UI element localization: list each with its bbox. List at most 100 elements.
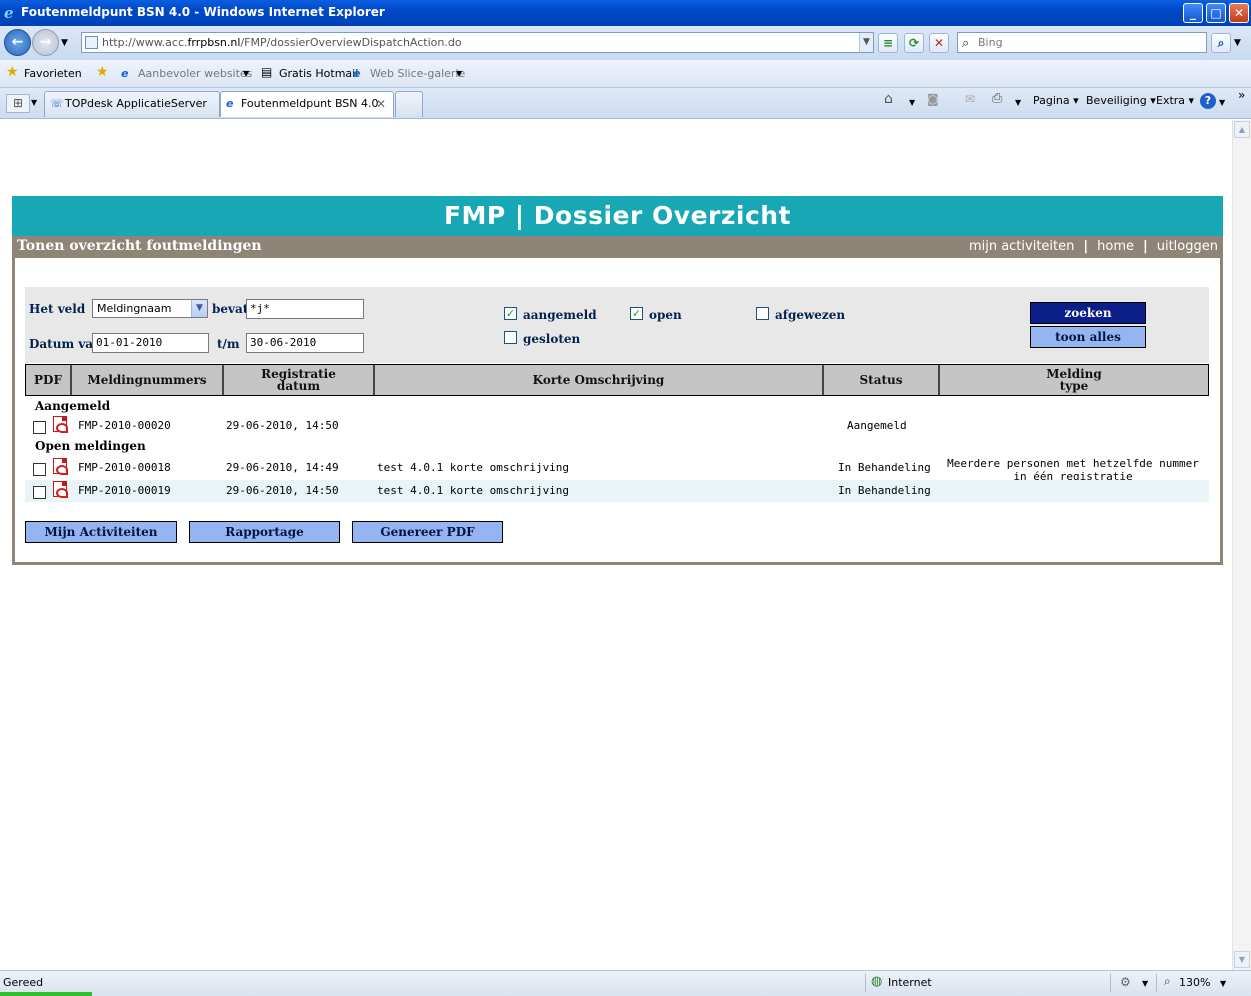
search-input[interactable]: ⌕ Bing (957, 32, 1207, 53)
tab-topdesk[interactable]: ☏ TOPdesk ApplicatieServer (44, 91, 220, 117)
contains-input[interactable]: *j* (246, 299, 364, 319)
separator: | (1142, 239, 1148, 254)
menu-pagina[interactable]: Pagina ▾ (1033, 94, 1079, 107)
tab-list-dropdown-icon[interactable]: ▼ (31, 98, 37, 107)
favorites-button[interactable]: Favorieten (24, 67, 82, 80)
minimize-button[interactable]: _ (1183, 3, 1203, 23)
help-icon[interactable]: ? (1200, 93, 1216, 109)
mail-icon[interactable]: ✉ (965, 92, 975, 106)
page-icon (85, 36, 98, 49)
table-row[interactable]: FMP-2010-00019 29-06-2010, 14:50 test 4.… (25, 480, 1209, 502)
chevron-down-icon[interactable]: ▼ (909, 98, 915, 107)
group-title: Aangemeld (35, 399, 111, 413)
cell-status: In Behandeling (838, 484, 931, 497)
divider (1110, 974, 1111, 992)
chevron-down-icon[interactable]: ▼ (456, 69, 462, 78)
vertical-scrollbar[interactable]: ▲ ▼ (1232, 120, 1251, 970)
pdf-icon[interactable] (53, 481, 68, 498)
row-checkbox[interactable] (33, 486, 46, 499)
checkbox-aangemeld-label: aangemeld (523, 308, 597, 322)
print-icon[interactable]: ⎙ (992, 91, 1002, 106)
zoom-level[interactable]: 130% (1179, 976, 1210, 989)
favorites-star-icon: ★ (6, 64, 19, 80)
field-label: Het veld (29, 302, 86, 316)
fav-item-webslice[interactable]: Web Slice-galerie (370, 67, 465, 80)
genereer-pdf-button[interactable]: Genereer PDF (352, 521, 503, 543)
security-zone[interactable]: Internet (888, 976, 932, 989)
row-checkbox[interactable] (33, 463, 46, 476)
stop-icon[interactable]: ✕ (929, 33, 949, 53)
cell-description: test 4.0.1 korte omschrijving (377, 461, 570, 474)
refresh-icon[interactable]: ⟳ (904, 33, 924, 53)
cell-description: test 4.0.1 korte omschrijving (377, 484, 570, 497)
add-favorite-icon[interactable]: ★ (96, 64, 109, 80)
ie-page-icon: e (121, 67, 129, 80)
back-button[interactable]: ← (4, 29, 31, 56)
pdf-icon[interactable] (53, 416, 68, 433)
show-all-button[interactable]: toon alles (1030, 326, 1146, 348)
menu-extra[interactable]: Extra ▾ (1156, 94, 1194, 107)
scroll-down-icon[interactable]: ▼ (1234, 951, 1250, 968)
menu-beveiliging[interactable]: Beveiliging ▾ (1086, 94, 1156, 107)
table-header: PDF Meldingnummers Registratie datum Kor… (25, 364, 1209, 396)
ie-page-icon: e (353, 67, 361, 80)
col-korte-omschrijving: Korte Omschrijving (373, 365, 822, 395)
forward-button[interactable]: → (32, 29, 59, 56)
field-select[interactable]: Meldingnaam ▼ (92, 299, 208, 318)
progress-indicator (0, 992, 92, 996)
checkbox-afgewezen[interactable]: ✓ (756, 307, 769, 320)
search-button[interactable]: zoeken (1030, 302, 1146, 324)
tab-label: TOPdesk ApplicatieServer (65, 97, 207, 110)
search-options-icon[interactable]: ▼ (1234, 38, 1241, 48)
close-tab-icon[interactable]: ✕ (376, 92, 386, 116)
table-row[interactable]: FMP-2010-00018 29-06-2010, 14:49 test 4.… (25, 457, 1209, 483)
col-status: Status (822, 365, 938, 395)
mijn-activiteiten-button[interactable]: Mijn Activiteiten (25, 521, 177, 543)
search-placeholder: Bing (978, 36, 1003, 49)
new-tab-button[interactable] (395, 91, 423, 117)
link-home[interactable]: home (1097, 239, 1134, 254)
tab-foutenmeldpunt[interactable]: e Foutenmeldpunt BSN 4.0 ✕ (220, 91, 394, 117)
row-checkbox[interactable] (33, 421, 46, 434)
close-button[interactable]: ✕ (1229, 3, 1249, 23)
link-mijn-activiteiten[interactable]: mijn activiteiten (969, 239, 1074, 254)
feeds-icon[interactable]: ◙ (927, 92, 939, 106)
fav-item-aanbevolen[interactable]: Aanbevoler websites (138, 67, 252, 80)
checkbox-gesloten-label: gesloten (523, 332, 581, 346)
url-prefix: http://www.acc. (102, 36, 188, 49)
chevron-down-icon[interactable]: ▼ (243, 69, 249, 78)
checkbox-aangemeld[interactable]: ✓ (504, 307, 517, 320)
maximize-button[interactable]: □ (1206, 3, 1226, 23)
link-uitloggen[interactable]: uitloggen (1157, 239, 1218, 254)
cell-number: FMP-2010-00018 (78, 461, 171, 474)
home-icon[interactable]: ⌂ (884, 91, 893, 107)
chevrons-more-icon[interactable]: » (1238, 88, 1245, 102)
chevron-down-icon[interactable]: ▼ (1015, 98, 1021, 107)
divider (865, 974, 866, 992)
address-input[interactable]: http://www.acc.frrpbsn.nl/FMP/dossierOve… (81, 32, 874, 53)
checkbox-gesloten[interactable]: ✓ (504, 331, 517, 344)
table-row[interactable]: FMP-2010-00020 29-06-2010, 14:50 Aangeme… (25, 415, 1209, 437)
ie-logo-icon: e (4, 4, 14, 22)
quick-tabs-icon[interactable]: ⊞ (6, 94, 30, 113)
chevron-down-icon[interactable]: ▼ (1219, 98, 1225, 107)
fav-item-hotmail[interactable]: Gratis Hotmail (279, 67, 358, 80)
date-from-input[interactable]: 01-01-2010 (92, 333, 209, 353)
favorites-bar: ★ Favorieten ★ e Aanbevoler websites ▼ ▤… (0, 60, 1251, 88)
scroll-up-icon[interactable]: ▲ (1234, 121, 1250, 138)
chevron-down-icon[interactable]: ▼ (1142, 979, 1148, 988)
chevron-down-icon[interactable]: ▼ (1220, 979, 1226, 988)
compatibility-view-icon[interactable]: ≡ (878, 33, 898, 53)
address-dropdown-icon[interactable]: ▼ (859, 33, 873, 52)
field-select-value: Meldingnaam (97, 302, 172, 315)
checkbox-open[interactable]: ✓ (630, 307, 643, 320)
window-titlebar: e Foutenmeldpunt BSN 4.0 - Windows Inter… (0, 0, 1251, 26)
rapportage-button[interactable]: Rapportage (189, 521, 340, 543)
history-dropdown-icon[interactable]: ▼ (61, 38, 68, 48)
date-to-input[interactable]: 30-06-2010 (246, 333, 364, 353)
protected-mode-icon[interactable]: ⚙ (1120, 975, 1131, 989)
separator: | (1083, 239, 1089, 254)
pdf-icon[interactable] (53, 458, 68, 475)
search-go-icon[interactable]: ⌕ (1211, 33, 1231, 53)
cell-number: FMP-2010-00019 (78, 484, 171, 497)
